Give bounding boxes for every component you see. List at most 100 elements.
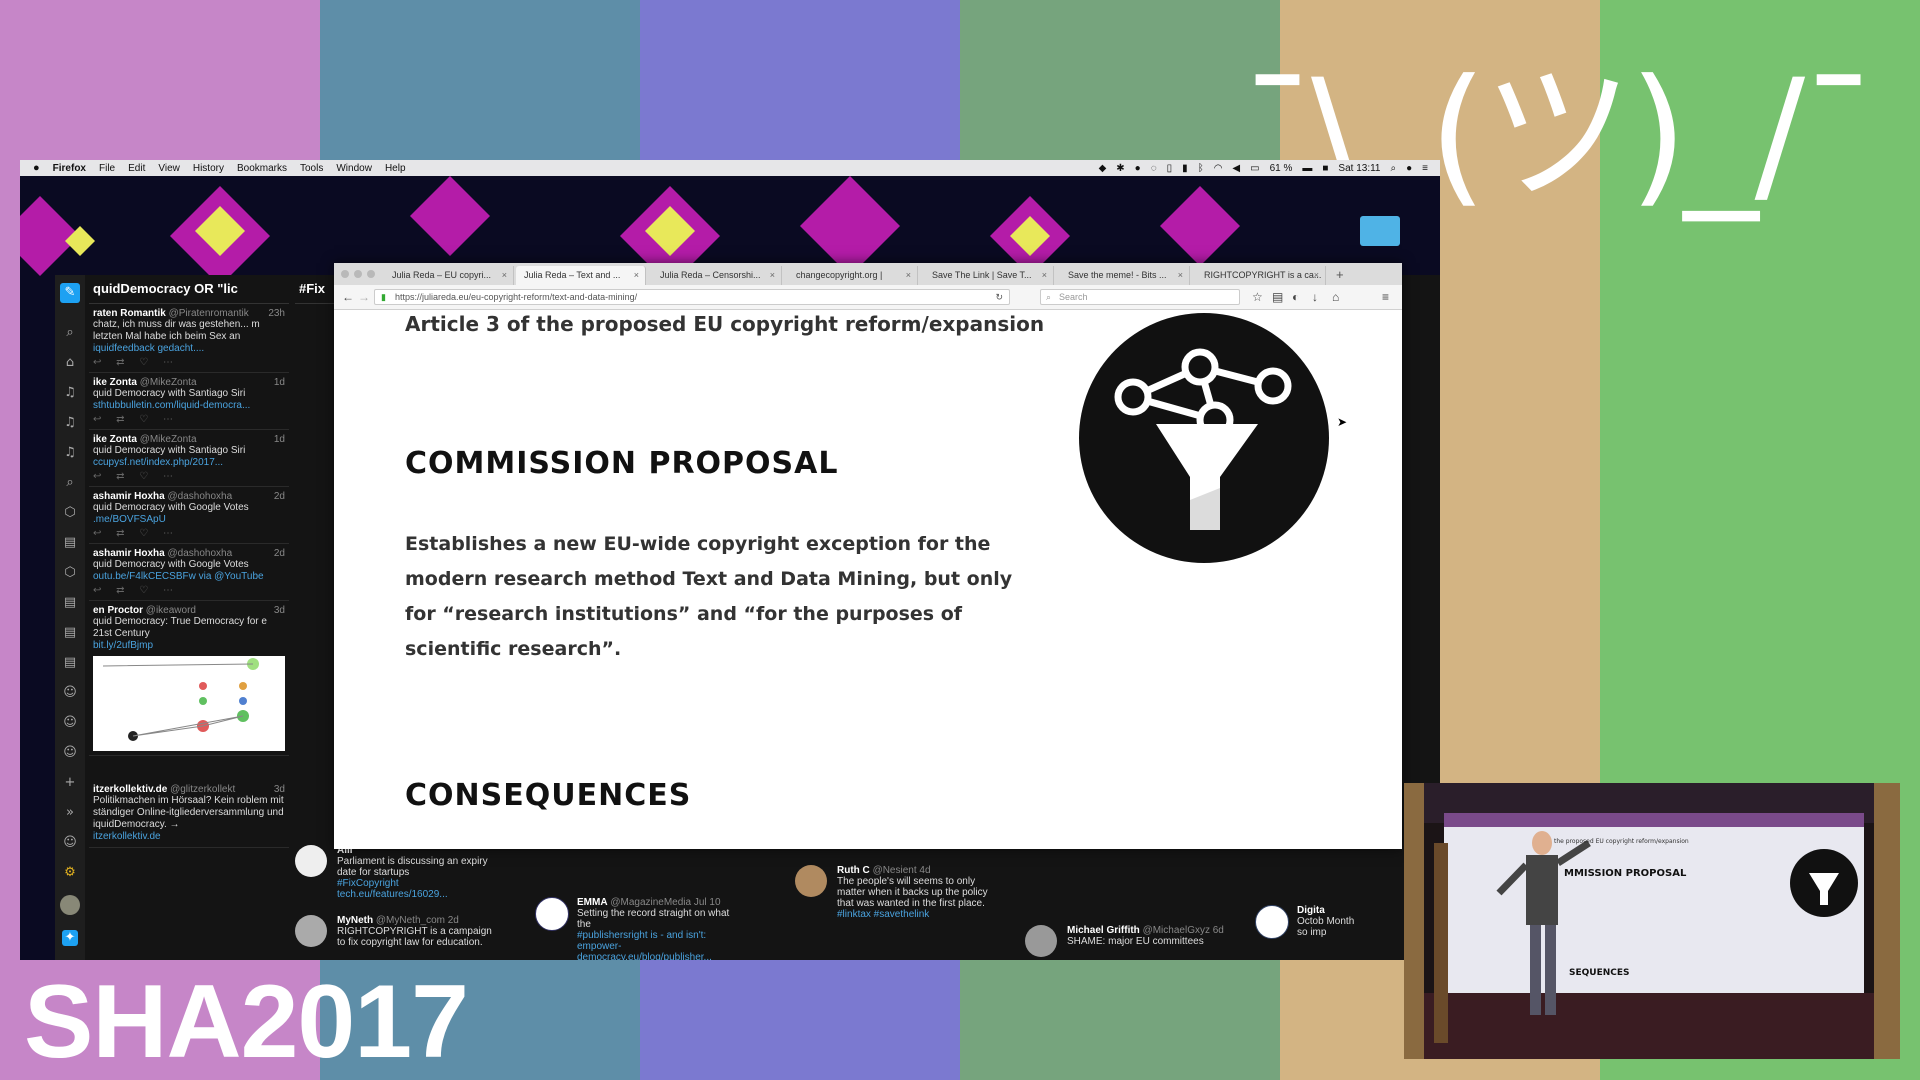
- bell-icon-2[interactable]: ♫: [62, 415, 78, 431]
- battery-level[interactable]: 61 %: [1270, 163, 1293, 174]
- reload-icon[interactable]: ↻: [995, 290, 1003, 304]
- menu-file[interactable]: File: [99, 163, 115, 174]
- close-window-button[interactable]: [341, 270, 349, 278]
- avatar[interactable]: [295, 915, 327, 947]
- list-icon-4[interactable]: ▤: [62, 655, 78, 671]
- tweet[interactable]: 3d itzerkollektiv.de @glitzerkollekt Polit…: [89, 780, 289, 848]
- shield-icon-2[interactable]: ⬡: [62, 565, 78, 581]
- menu-app-name[interactable]: Firefox: [53, 163, 86, 174]
- search-input[interactable]: ⌕ Search: [1040, 289, 1240, 305]
- shield-icon[interactable]: ⬡: [62, 505, 78, 521]
- notification-center-icon[interactable]: ≡: [1422, 163, 1428, 174]
- close-tab-icon[interactable]: ×: [1178, 266, 1183, 285]
- tweet-link[interactable]: bit.ly/2ufBjmp: [93, 640, 285, 652]
- compose-icon[interactable]: ✎: [60, 283, 80, 303]
- user-icon[interactable]: ☺: [62, 685, 78, 701]
- user-icon-2[interactable]: ☺: [62, 715, 78, 731]
- menu-window[interactable]: Window: [336, 163, 372, 174]
- list-icon[interactable]: ▤: [62, 535, 78, 551]
- menu-bookmarks[interactable]: Bookmarks: [237, 163, 287, 174]
- back-button[interactable]: ←: [342, 289, 354, 305]
- url-bar[interactable]: ▮ https://juliareda.eu/eu-copyright-refo…: [374, 289, 1010, 305]
- display-icon[interactable]: ▯: [1167, 163, 1173, 174]
- info-icon[interactable]: ●: [1135, 163, 1141, 174]
- tab-text-and-data-mining[interactable]: Julia Reda – Text and ... ×: [516, 266, 646, 285]
- tweet[interactable]: 2d ashamir Hoxha @dashohoxha quid Democrac…: [89, 487, 289, 544]
- bluetooth-icon[interactable]: ᛒ: [1198, 163, 1204, 174]
- tab-rightcopyright[interactable]: RIGHTCOPYRIGHT is a ca... ×: [1196, 266, 1326, 285]
- tweet-link[interactable]: #linktax #savethelink: [837, 909, 995, 920]
- tweet[interactable]: EMMA @MagazineMedia Jul 10 Setting the re…: [535, 897, 735, 960]
- tweetdeck-logo-icon[interactable]: ✦: [62, 930, 78, 946]
- tweet-link[interactable]: sthtubbulletin.com/liquid-democra...: [93, 400, 285, 412]
- close-tab-icon[interactable]: ×: [502, 266, 507, 285]
- minimize-window-button[interactable]: [354, 270, 362, 278]
- tweet[interactable]: Digita Octob Month so imp: [1255, 905, 1355, 939]
- tweet-link[interactable]: itzerkollektiv.de: [93, 831, 285, 843]
- menu-history[interactable]: History: [193, 163, 224, 174]
- tweet[interactable]: 2d ashamir Hoxha @dashohoxha quid Democrac…: [89, 544, 289, 601]
- tweet-actions[interactable]: ↩ ⇄ ♡ ⋯: [93, 528, 285, 539]
- expand-icon[interactable]: »: [62, 805, 78, 821]
- apple-icon[interactable]: ●: [33, 162, 40, 174]
- close-tab-icon[interactable]: ×: [770, 266, 775, 285]
- tweet-link[interactable]: outu.be/F4lkCECSBFw via @YouTube: [93, 571, 285, 583]
- tweet[interactable]: AllI Parliament is discussing an expiry d…: [295, 845, 495, 900]
- home-icon[interactable]: ⌂: [62, 355, 78, 371]
- tweet-actions[interactable]: ↩ ⇄ ♡ ⋯: [93, 585, 285, 596]
- bookmark-star-icon[interactable]: ☆: [1252, 289, 1263, 305]
- tweet[interactable]: 1d ike Zonta @MikeZonta quid Democracy wit…: [89, 373, 289, 430]
- flag-icon[interactable]: ■: [1322, 163, 1328, 174]
- avatar[interactable]: [535, 897, 569, 931]
- dropbox-icon[interactable]: ◆: [1099, 163, 1107, 174]
- search-column-icon[interactable]: ⌕: [62, 475, 78, 491]
- siri-icon[interactable]: ●: [1406, 163, 1412, 174]
- bell-icon[interactable]: ♫: [62, 385, 78, 401]
- close-tab-icon[interactable]: ×: [906, 266, 911, 285]
- bell-icon-3[interactable]: ♫: [62, 445, 78, 461]
- avatar[interactable]: [1025, 925, 1057, 957]
- tweet-link[interactable]: #publishersright is - and isn't: empower…: [577, 930, 735, 960]
- spotlight-icon[interactable]: ⌕: [1391, 163, 1397, 174]
- tweet-link[interactable]: iquidfeedback gedacht....: [93, 343, 285, 355]
- tab-changecopyright[interactable]: changecopyright.org | ×: [788, 266, 918, 285]
- tweet[interactable]: MyNeth @MyNeth_com 2d RIGHTCOPYRIGHT is a…: [295, 915, 495, 948]
- lock-icon[interactable]: ▮: [1182, 163, 1188, 174]
- library-icon[interactable]: ▤: [1272, 289, 1283, 305]
- tweet[interactable]: Ruth C @Nesient 4d The people's will seem…: [795, 865, 995, 920]
- wifi-icon[interactable]: ◠: [1214, 163, 1223, 174]
- tweet[interactable]: 3d en Proctor @ikeaword quid Democracy: Tr…: [89, 601, 289, 756]
- timer-icon[interactable]: ◌: [1151, 163, 1157, 174]
- tweet[interactable]: 23h raten Romantik @Piratenromantik chatz,…: [89, 304, 289, 373]
- add-column-icon[interactable]: +: [62, 775, 78, 791]
- menu-edit[interactable]: Edit: [128, 163, 145, 174]
- maximize-window-button[interactable]: [367, 270, 375, 278]
- tweet[interactable]: 1d ike Zonta @MikeZonta quid Democracy wit…: [89, 430, 289, 487]
- search-icon[interactable]: ⌕: [62, 325, 78, 341]
- tweet-actions[interactable]: ↩ ⇄ ♡ ⋯: [93, 414, 285, 425]
- close-tab-icon[interactable]: ×: [1314, 266, 1319, 285]
- tab-save-the-meme[interactable]: Save the meme! - Bits ... ×: [1060, 266, 1190, 285]
- pocket-icon[interactable]: ◐: [1292, 289, 1299, 305]
- forward-button[interactable]: →: [358, 289, 370, 305]
- avatar[interactable]: [295, 845, 327, 877]
- tweet-actions[interactable]: ↩ ⇄ ♡ ⋯: [93, 471, 285, 482]
- menu-view[interactable]: View: [158, 163, 180, 174]
- list-icon-3[interactable]: ▤: [62, 625, 78, 641]
- accounts-icon[interactable]: ☺: [62, 835, 78, 851]
- avatar[interactable]: [60, 895, 80, 915]
- hamburger-menu-icon[interactable]: ≡: [1382, 289, 1389, 305]
- tweet-link[interactable]: .me/BOVFSApU: [93, 514, 285, 526]
- tab-eu-copyright[interactable]: Julia Reda – EU copyri... ×: [384, 266, 514, 285]
- airplay-icon[interactable]: ▭: [1250, 163, 1259, 174]
- tweet-image[interactable]: [93, 656, 285, 751]
- gear-icon[interactable]: ✱: [1116, 163, 1124, 174]
- list-icon-2[interactable]: ▤: [62, 595, 78, 611]
- volume-icon[interactable]: ◀: [1232, 163, 1240, 174]
- home-icon[interactable]: ⌂: [1332, 289, 1339, 305]
- new-tab-button[interactable]: +: [1336, 267, 1344, 282]
- tweet[interactable]: Michael Griffith @MichaelGxyz 6d SHAME: m…: [1025, 925, 1225, 957]
- tab-save-the-link[interactable]: Save The Link | Save T... ×: [924, 266, 1054, 285]
- avatar[interactable]: [1255, 905, 1289, 939]
- menu-help[interactable]: Help: [385, 163, 406, 174]
